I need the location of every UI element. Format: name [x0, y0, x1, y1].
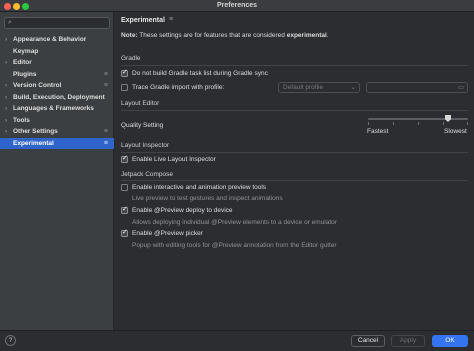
trace-import-label: Trace Gradle import with profile: — [132, 84, 225, 91]
gradle-section-title: Gradle — [121, 55, 141, 62]
profile-combo[interactable]: Default profile ⌄ — [278, 82, 360, 93]
project-scope-icon: ≡ — [103, 139, 108, 147]
chevron-right-icon[interactable]: › — [5, 126, 7, 138]
interactive-preview-description: Live preview to test gestures and inspec… — [132, 195, 283, 202]
slowest-label: Slowest — [444, 128, 467, 135]
sidebar-item-plugins[interactable]: Plugins ≡ — [0, 69, 114, 81]
sidebar-item-label: Tools — [13, 116, 30, 124]
sidebar-item-languages-frameworks[interactable]: › Languages & Frameworks — [0, 103, 114, 115]
interactive-preview-checkbox[interactable] — [121, 184, 128, 191]
project-scope-icon: ≡ — [103, 128, 108, 135]
deploy-preview-checkbox[interactable] — [121, 205, 128, 214]
chevron-right-icon[interactable]: › — [5, 34, 7, 46]
preview-picker-checkbox[interactable] — [121, 228, 128, 237]
sidebar-item-tools[interactable]: › Tools — [0, 115, 114, 127]
sidebar-item-label: Languages & Frameworks — [13, 105, 94, 112]
layout-inspector-section-title: Layout Inspector — [121, 142, 170, 149]
search-icon: ⌕ — [8, 19, 12, 26]
project-scope-icon: ≡ — [103, 70, 108, 78]
quality-slider-knob[interactable] — [445, 115, 451, 122]
cancel-button[interactable]: Cancel — [351, 335, 385, 347]
slider-tick — [393, 122, 394, 125]
preview-picker-label: Enable @Preview picker — [132, 230, 203, 237]
sidebar-item-experimental[interactable]: Experimental ≡ — [0, 137, 114, 149]
chevron-right-icon[interactable]: › — [5, 103, 7, 115]
jetpack-compose-section-title: Jetpack Compose — [121, 171, 174, 178]
no-task-list-checkbox[interactable] — [121, 68, 128, 77]
quality-setting-label: Quality Setting — [121, 122, 164, 129]
sidebar-item-label: Other Settings — [13, 128, 58, 135]
deploy-preview-description: Allows deploying individual @Preview ele… — [132, 219, 337, 226]
experimental-note: Note: These settings are for features th… — [121, 32, 329, 39]
settings-nav: › Appearance & Behavior Keymap › Editor Plugi… — [0, 34, 114, 149]
settings-search-input[interactable]: ⌕ — [4, 17, 110, 29]
jetpack-compose-divider — [121, 180, 468, 181]
apply-button[interactable]: Apply — [391, 335, 425, 347]
live-inspector-label: Enable Live Layout Inspector — [132, 156, 216, 163]
fastest-label: Fastest — [367, 128, 389, 135]
layout-editor-divider — [121, 110, 468, 111]
note-suffix: . — [326, 32, 329, 39]
sidebar-item-label: Build, Execution, Deployment — [13, 93, 105, 101]
sidebar-item-label: Experimental — [13, 139, 54, 147]
slider-tick — [443, 122, 444, 125]
sidebar-item-build-execution-deployment[interactable]: › Build, Execution, Deployment — [0, 92, 114, 104]
project-scope-icon: ≡ — [103, 82, 108, 89]
chevron-right-icon[interactable]: › — [5, 115, 7, 127]
sidebar-item-label: Plugins — [13, 70, 37, 78]
note-text: These settings are for features that are… — [137, 32, 287, 39]
interactive-preview-label: Enable interactive and animation preview… — [132, 184, 267, 191]
chevron-right-icon[interactable]: › — [5, 57, 7, 69]
sidebar-item-editor[interactable]: › Editor — [0, 57, 114, 69]
title-bar: Preferences — [0, 0, 474, 12]
trace-import-checkbox[interactable] — [121, 84, 128, 91]
sidebar-item-other-settings[interactable]: › Other Settings ≡ — [0, 126, 114, 138]
sidebar-item-appearance-behavior[interactable]: › Appearance & Behavior — [0, 34, 114, 46]
sidebar-item-label: Keymap — [13, 47, 39, 55]
slider-tick — [368, 122, 369, 125]
chevron-right-icon[interactable]: › — [5, 92, 7, 104]
page-title: Experimental — [121, 17, 165, 24]
dialog-footer: ? Cancel Apply OK — [0, 330, 474, 351]
no-task-list-label: Do not build Gradle task list during Gra… — [132, 70, 268, 77]
layout-editor-section-title: Layout Editor — [121, 100, 160, 107]
preview-picker-description: Popup with editing tools for @Preview an… — [132, 242, 337, 249]
gradle-divider — [121, 65, 468, 66]
sidebar-item-keymap[interactable]: Keymap — [0, 46, 114, 58]
slider-tick — [467, 122, 468, 125]
folder-icon[interactable]: ▭ — [458, 83, 464, 92]
sidebar-item-label: Appearance & Behavior — [13, 36, 87, 43]
live-inspector-checkbox[interactable] — [121, 154, 128, 163]
help-button[interactable]: ? — [5, 335, 16, 346]
ok-button[interactable]: OK — [432, 335, 468, 347]
profile-combo-value: Default profile — [283, 84, 324, 91]
sidebar-item-label: Version Control — [13, 82, 62, 89]
project-scope-icon: ≡ — [169, 16, 174, 23]
chevron-down-icon: ⌄ — [350, 84, 356, 91]
window-title: Preferences — [216, 2, 258, 9]
sidebar-item-label: Editor — [13, 59, 32, 66]
note-prefix: Note: — [121, 32, 138, 39]
profile-path-field[interactable]: ▭ — [366, 82, 468, 93]
note-bold: experimental — [286, 32, 327, 39]
slider-tick — [418, 122, 419, 125]
quality-slider-track[interactable] — [368, 118, 468, 120]
sidebar-item-version-control[interactable]: › Version Control ≡ — [0, 80, 114, 92]
chevron-right-icon[interactable]: › — [5, 80, 7, 92]
settings-panel: Experimental ≡ Note: These settings are … — [115, 12, 474, 330]
deploy-preview-label: Enable @Preview deploy to device — [132, 207, 233, 214]
settings-sidebar: ⌕ › Appearance & Behavior Keymap › Editor Plu… — [0, 12, 114, 330]
layout-inspector-divider — [121, 152, 468, 153]
